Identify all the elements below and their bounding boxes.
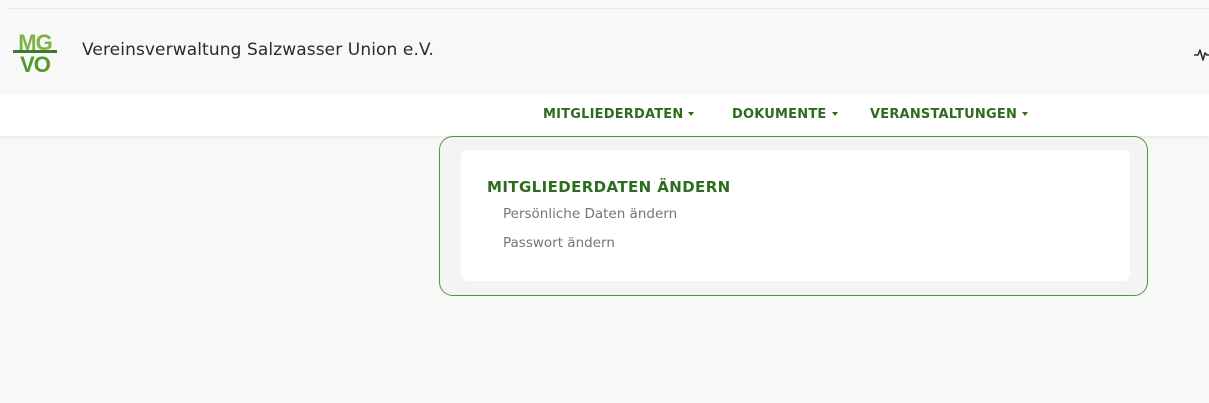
caret-down-icon — [1022, 112, 1029, 116]
nav-item-mitgliederdaten[interactable]: MITGLIEDERDATEN — [543, 107, 695, 122]
nav-item-label: VERANSTALTUNGEN — [870, 107, 1018, 122]
activity-icon[interactable] — [1194, 44, 1209, 64]
app-header: MG VO Vereinsverwaltung Salzwasser Union… — [0, 9, 1209, 95]
section-title: MITGLIEDERDATEN ÄNDERN — [487, 178, 731, 196]
app-title: Vereinsverwaltung Salzwasser Union e.V. — [82, 40, 435, 60]
caret-down-icon — [831, 112, 838, 116]
caret-down-icon — [688, 112, 695, 116]
menu-panel-card: MITGLIEDERDATEN ÄNDERN Persönliche Daten… — [461, 150, 1130, 281]
menu-panel: MITGLIEDERDATEN ÄNDERN Persönliche Daten… — [439, 136, 1148, 296]
main-navbar: MITGLIEDERDATEN DOKUMENTE VERANSTALTUNGE… — [0, 95, 1209, 136]
nav-item-label: MITGLIEDERDATEN — [543, 107, 684, 122]
nav-item-label: DOKUMENTE — [732, 107, 827, 122]
logo-text-bottom: VO — [20, 52, 51, 74]
app-logo[interactable]: MG VO — [11, 30, 61, 74]
link-persoenliche-daten[interactable]: Persönliche Daten ändern — [503, 206, 677, 222]
nav-item-veranstaltungen[interactable]: VERANSTALTUNGEN — [870, 107, 1029, 122]
link-passwort[interactable]: Passwort ändern — [503, 235, 615, 251]
nav-item-dokumente[interactable]: DOKUMENTE — [732, 107, 838, 122]
